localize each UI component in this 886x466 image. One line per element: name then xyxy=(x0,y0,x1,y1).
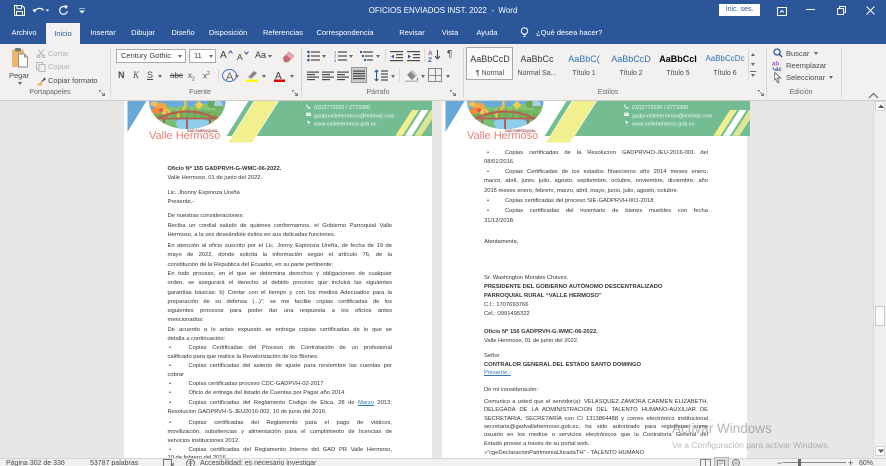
svg-text:3: 3 xyxy=(334,58,337,62)
svg-text:Z: Z xyxy=(428,57,432,62)
svg-text:ac: ac xyxy=(775,67,782,71)
svg-text:A: A xyxy=(428,50,433,57)
